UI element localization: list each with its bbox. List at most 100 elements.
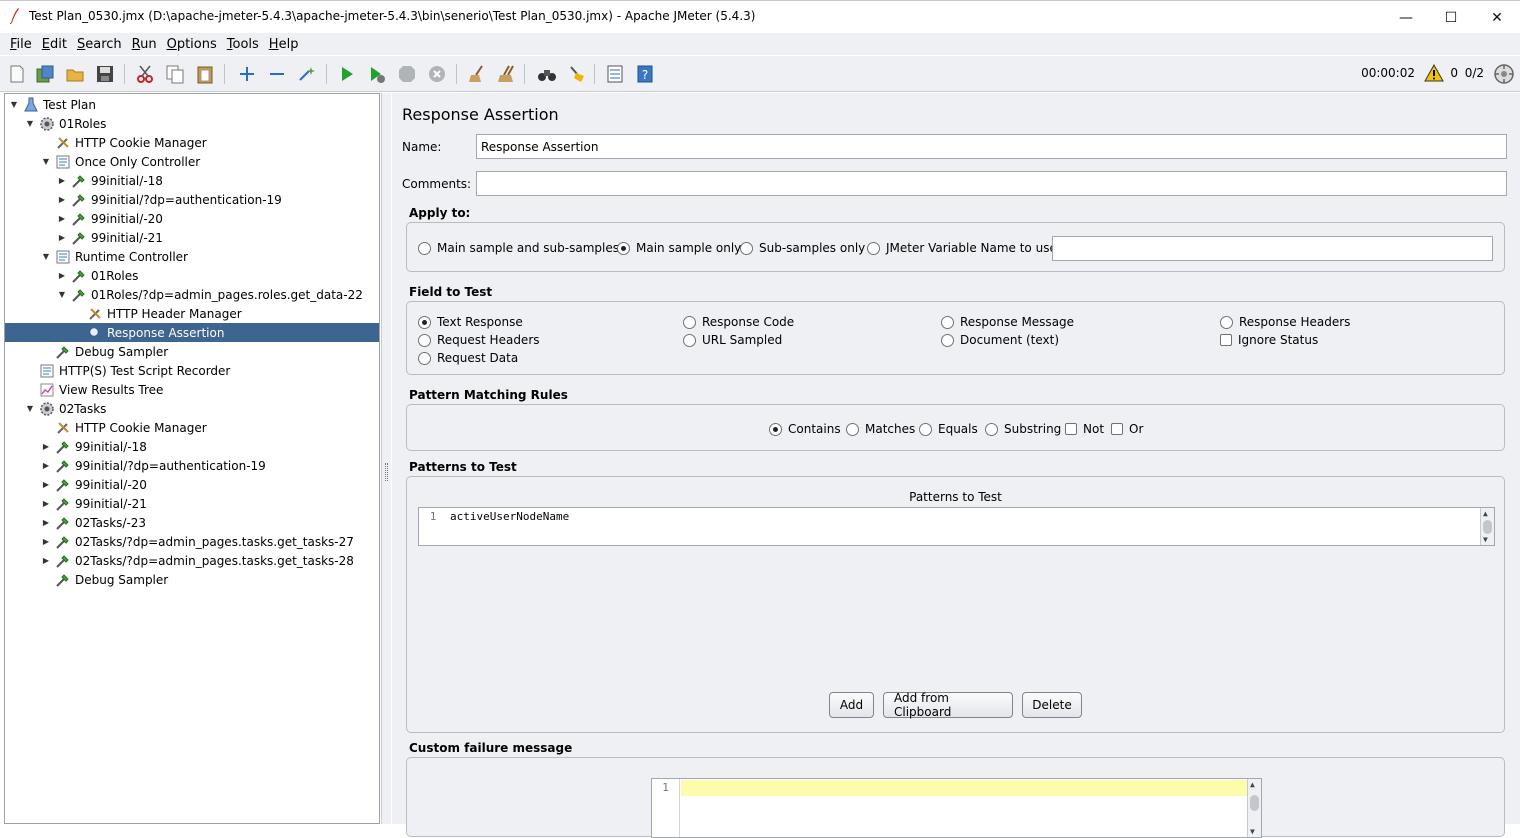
- tree-item[interactable]: HTTP Header Manager: [5, 304, 379, 323]
- new-button[interactable]: [6, 63, 28, 85]
- checkbox-ignore-status[interactable]: Ignore Status: [1220, 333, 1318, 347]
- collapse-all-button[interactable]: [266, 63, 288, 85]
- expand-arrow-icon[interactable]: ▶: [57, 271, 67, 281]
- tree-item[interactable]: HTTP(S) Test Script Recorder: [5, 361, 379, 380]
- open-button[interactable]: [64, 63, 86, 85]
- save-button[interactable]: [94, 63, 116, 85]
- clear-button[interactable]: [466, 63, 488, 85]
- tree-item[interactable]: ▼ 02Tasks: [5, 399, 379, 418]
- scroll-up-icon[interactable]: ▲: [1250, 780, 1255, 789]
- function-helper-button[interactable]: [604, 63, 626, 85]
- expand-arrow-icon[interactable]: ▶: [57, 233, 67, 243]
- radio-matches[interactable]: Matches: [846, 422, 915, 436]
- maximize-button[interactable]: ☐: [1428, 1, 1474, 34]
- menu-search[interactable]: Search: [77, 37, 122, 52]
- patterns-scrollbar[interactable]: ▲ ▼: [1480, 508, 1494, 545]
- collapse-arrow-icon[interactable]: ▼: [9, 100, 19, 110]
- checkbox-not[interactable]: Not: [1065, 422, 1104, 436]
- tree-item[interactable]: View Results Tree: [5, 380, 379, 399]
- help-button[interactable]: ?: [634, 63, 656, 85]
- tree-item[interactable]: ▶ 02Tasks/?dp=admin_pages.tasks.get_tasks…: [5, 551, 379, 570]
- radio-contains[interactable]: Contains: [769, 422, 841, 436]
- stop-button[interactable]: [396, 63, 418, 85]
- tree-item[interactable]: Response Assertion: [5, 323, 379, 342]
- radio-jmeter-variable[interactable]: JMeter Variable Name to use: [867, 241, 1057, 255]
- radio-request-headers[interactable]: Request Headers: [418, 333, 540, 347]
- expand-arrow-icon[interactable]: ▶: [57, 214, 67, 224]
- copy-button[interactable]: [164, 63, 186, 85]
- toggle-button[interactable]: [296, 63, 318, 85]
- expand-arrow-icon[interactable]: ▶: [41, 537, 51, 547]
- cut-button[interactable]: [134, 63, 156, 85]
- custom-failure-editor[interactable]: 1 ▲ ▼: [651, 778, 1262, 838]
- pattern-line[interactable]: activeUserNodeName: [450, 510, 569, 523]
- radio-main-and-sub[interactable]: Main sample and sub-samples: [418, 241, 619, 255]
- collapse-arrow-icon[interactable]: ▼: [25, 119, 35, 129]
- radio-response-headers[interactable]: Response Headers: [1220, 315, 1350, 329]
- current-line-highlight[interactable]: [681, 780, 1247, 796]
- menu-edit[interactable]: Edit: [42, 37, 67, 52]
- close-button[interactable]: ✕: [1474, 1, 1520, 34]
- reset-search-button[interactable]: [566, 63, 588, 85]
- tree-item[interactable]: HTTP Cookie Manager: [5, 418, 379, 437]
- tree-item[interactable]: ▶ 01Roles: [5, 266, 379, 285]
- tree-item[interactable]: ▶ 99initial/-18: [5, 171, 379, 190]
- tree-item[interactable]: Debug Sampler: [5, 570, 379, 589]
- tree-item[interactable]: ▼ 01Roles/?dp=admin_pages.roles.get_data-…: [5, 285, 379, 304]
- name-field[interactable]: Response Assertion: [476, 134, 1507, 159]
- expand-all-button[interactable]: [236, 63, 258, 85]
- radio-substring[interactable]: Substring: [985, 422, 1061, 436]
- radio-text-response[interactable]: Text Response: [418, 315, 523, 329]
- expand-arrow-icon[interactable]: ▶: [57, 176, 67, 186]
- tree-item[interactable]: ▶ 99initial/-20: [5, 209, 379, 228]
- start-button[interactable]: [336, 63, 358, 85]
- collapse-arrow-icon[interactable]: ▼: [41, 252, 51, 262]
- tree-item[interactable]: ▼ Test Plan: [5, 95, 379, 114]
- templates-button[interactable]: [34, 63, 56, 85]
- comments-field[interactable]: [476, 171, 1507, 196]
- scroll-up-icon[interactable]: ▲: [1483, 509, 1488, 518]
- search-button[interactable]: [536, 63, 558, 85]
- tree-item[interactable]: ▼ Once Only Controller: [5, 152, 379, 171]
- radio-equals[interactable]: Equals: [919, 422, 978, 436]
- tree-item[interactable]: Debug Sampler: [5, 342, 379, 361]
- menu-help[interactable]: Help: [269, 37, 299, 52]
- clear-all-button[interactable]: [496, 63, 518, 85]
- tree-item[interactable]: ▼ Runtime Controller: [5, 247, 379, 266]
- start-no-pauses-button[interactable]: [366, 63, 388, 85]
- collapse-arrow-icon[interactable]: ▼: [41, 157, 51, 167]
- expand-arrow-icon[interactable]: ▶: [41, 518, 51, 528]
- radio-request-data[interactable]: Request Data: [418, 351, 518, 365]
- radio-sub-only[interactable]: Sub-samples only: [740, 241, 865, 255]
- tree-item[interactable]: HTTP Cookie Manager: [5, 133, 379, 152]
- menu-tools[interactable]: Tools: [227, 37, 259, 52]
- radio-document-text[interactable]: Document (text): [941, 333, 1059, 347]
- checkbox-or[interactable]: Or: [1111, 422, 1143, 436]
- radio-main-only[interactable]: Main sample only: [617, 241, 741, 255]
- tree-item[interactable]: ▶ 99initial/-21: [5, 494, 379, 513]
- collapse-arrow-icon[interactable]: ▼: [57, 290, 67, 300]
- tree-item[interactable]: ▶ 02Tasks/-23: [5, 513, 379, 532]
- add-button[interactable]: Add: [829, 692, 874, 718]
- expand-arrow-icon[interactable]: ▶: [41, 499, 51, 509]
- shutdown-button[interactable]: [426, 63, 448, 85]
- tree-item[interactable]: ▶ 99initial/-21: [5, 228, 379, 247]
- jmeter-variable-field[interactable]: [1052, 236, 1493, 261]
- add-from-clipboard-button[interactable]: Add from Clipboard: [883, 691, 1013, 719]
- failure-scrollbar[interactable]: ▲ ▼: [1247, 779, 1261, 837]
- scroll-thumb[interactable]: [1250, 795, 1259, 811]
- menu-options[interactable]: Options: [167, 37, 217, 52]
- tree-item[interactable]: ▶ 02Tasks/?dp=admin_pages.tasks.get_tasks…: [5, 532, 379, 551]
- radio-response-code[interactable]: Response Code: [683, 315, 794, 329]
- delete-button[interactable]: Delete: [1022, 692, 1082, 718]
- expand-arrow-icon[interactable]: ▶: [57, 195, 67, 205]
- menu-file[interactable]: File: [10, 37, 32, 52]
- splitter-grip[interactable]: [385, 463, 388, 481]
- radio-response-message[interactable]: Response Message: [941, 315, 1074, 329]
- minimize-button[interactable]: —: [1383, 1, 1429, 34]
- tree-item[interactable]: ▼ 01Roles: [5, 114, 379, 133]
- expand-arrow-icon[interactable]: ▶: [41, 442, 51, 452]
- warning-icon[interactable]: [1424, 64, 1444, 82]
- scroll-thumb[interactable]: [1483, 520, 1492, 534]
- tree-item[interactable]: ▶ 99initial/?dp=authentication-19: [5, 456, 379, 475]
